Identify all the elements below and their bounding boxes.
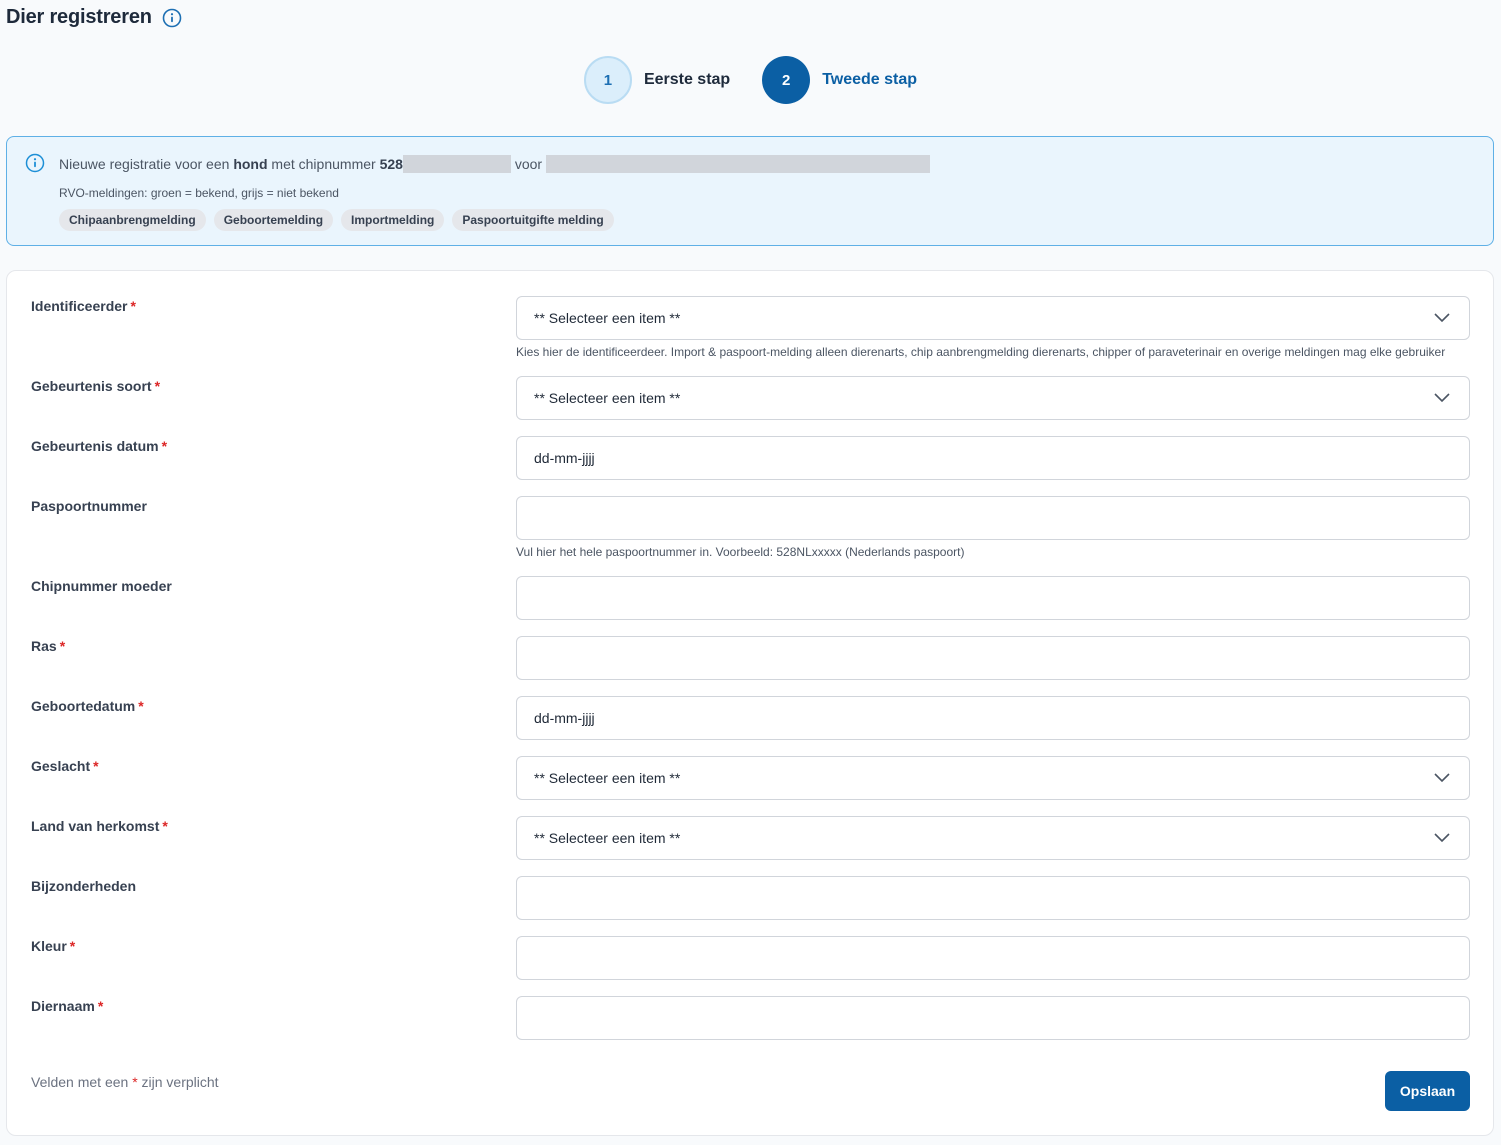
field-label: Ras *: [31, 638, 66, 654]
required-star: *: [138, 698, 144, 714]
chevron-down-icon: [1433, 771, 1451, 785]
animal-type: hond: [233, 156, 268, 172]
step-2-number: 2: [762, 56, 811, 104]
for-label: voor: [514, 156, 543, 172]
diernaam-input[interactable]: [516, 996, 1470, 1040]
required-star: *: [97, 998, 104, 1014]
paspoortnummer-hint: Vul hier het hele paspoortnummer in. Voo…: [516, 545, 965, 559]
field-label: Paspoortnummer: [31, 498, 147, 514]
chipnummer-moeder-input[interactable]: [516, 576, 1470, 620]
rvo-tags: Chipaanbrengmelding Geboortemelding Impo…: [59, 209, 622, 231]
geslacht-select[interactable]: ** Selecteer een item **: [516, 756, 1470, 800]
field-label: Gebeurtenis datum *: [31, 438, 168, 454]
geboortedatum-input[interactable]: dd-mm-jjjj: [516, 696, 1470, 740]
rvo-tag: Importmelding: [341, 209, 445, 231]
page-title: Dier registreren: [6, 6, 152, 28]
paspoortnummer-input[interactable]: [516, 496, 1470, 540]
chevron-down-icon: [1433, 391, 1451, 405]
chevron-down-icon: [1433, 831, 1451, 845]
required-star: *: [130, 298, 136, 314]
rvo-tag: Geboortemelding: [213, 209, 334, 231]
step-1-number: 1: [583, 56, 632, 104]
kleur-input[interactable]: [516, 936, 1470, 980]
field-label: Diernaam *: [31, 998, 104, 1014]
summary-middle: met chipnummer: [271, 156, 376, 172]
field-label: Kleur *: [31, 938, 76, 954]
field-label: Bijzonderheden: [31, 878, 137, 894]
stepper: 1 Eerste stap 2 Tweede stap: [0, 56, 1501, 104]
rvo-tag: Paspoortuitgifte melding: [452, 209, 614, 231]
required-star: *: [93, 758, 99, 774]
step-1[interactable]: 1 Eerste stap: [583, 56, 731, 104]
registration-info-box: Nieuwe registratie voor een hond met chi…: [6, 136, 1494, 246]
required-star: *: [69, 938, 76, 954]
required-fields-note: Velden met een * zijn verplicht: [31, 1074, 219, 1090]
field-label: Geboortedatum *: [31, 698, 144, 714]
field-label: Gebeurtenis soort *: [31, 378, 161, 394]
required-star: *: [59, 638, 66, 654]
animal-form: Identificeerder * ** Selecteer een item *…: [6, 270, 1494, 1136]
identificeerder-hint: Kies hier de identificeerdeer. Import & …: [516, 345, 1446, 359]
rvo-tag: Chipaanbrengmelding: [59, 209, 206, 231]
redacted-owner: [545, 155, 930, 173]
step-2[interactable]: 2 Tweede stap: [762, 56, 917, 104]
required-star: *: [132, 1074, 138, 1090]
field-label: Geslacht *: [31, 758, 99, 774]
bijzonderheden-input[interactable]: [516, 876, 1470, 920]
gebeurtenis-soort-select[interactable]: ** Selecteer een item **: [516, 376, 1470, 420]
redacted-chip-number: [402, 155, 511, 173]
required-star: *: [162, 818, 168, 834]
required-star: *: [154, 378, 161, 394]
field-label: Land van herkomst *: [31, 818, 168, 834]
step-2-label: Tweede stap: [822, 71, 918, 88]
page-header: Dier registreren: [6, 6, 182, 29]
info-icon: [25, 153, 45, 173]
registration-summary: Nieuwe registratie voor een hond met chi…: [59, 155, 930, 173]
land-van-herkomst-select[interactable]: ** Selecteer een item **: [516, 816, 1470, 860]
chevron-down-icon: [1433, 311, 1451, 325]
field-label: Identificeerder *: [31, 298, 136, 314]
rvo-legend: RVO-meldingen: groen = bekend, grijs = n…: [59, 186, 339, 200]
ras-input[interactable]: [516, 636, 1470, 680]
summary-prefix: Nieuwe registratie voor een: [59, 156, 230, 172]
required-star: *: [161, 438, 168, 454]
save-button[interactable]: Opslaan: [1385, 1071, 1470, 1111]
gebeurtenis-datum-input[interactable]: dd-mm-jjjj: [516, 436, 1470, 480]
identificeerder-select[interactable]: ** Selecteer een item **: [516, 296, 1470, 340]
field-label: Chipnummer moeder: [31, 578, 172, 594]
step-1-label: Eerste stap: [643, 71, 731, 88]
chip-number: 528: [379, 156, 403, 172]
info-icon[interactable]: [162, 8, 182, 28]
